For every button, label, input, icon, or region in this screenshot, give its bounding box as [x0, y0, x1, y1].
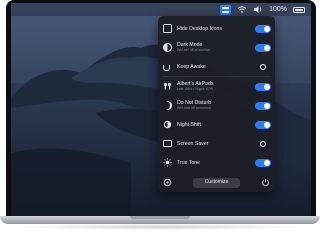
battery-icon[interactable] — [293, 6, 305, 13]
row-sublabel: Will turn off tomorrow — [177, 106, 211, 111]
settings-gear-icon[interactable] — [163, 178, 172, 187]
row-label: Screen Saver — [177, 140, 209, 147]
sun-icon — [163, 158, 172, 167]
wifi-icon[interactable] — [237, 5, 247, 14]
row-do-not-disturb[interactable]: Do Not Disturb Will turn off tomorrow — [163, 96, 271, 115]
row-keep-awake[interactable]: Keep Awake — [163, 57, 271, 76]
one-switch-menu-icon[interactable] — [220, 4, 232, 15]
laptop-shadow — [10, 224, 310, 230]
row-label: Keep Awake — [177, 63, 206, 70]
row-hide-desktop-icons[interactable]: Hide Desktop Icons — [163, 19, 271, 38]
night-shift-toggle[interactable] — [255, 120, 271, 129]
battery-percent: 100% — [269, 6, 287, 13]
row-label: True Tone — [177, 159, 201, 166]
volume-icon[interactable] — [253, 5, 263, 14]
desktop-icon — [163, 24, 172, 33]
true-tone-toggle[interactable] — [255, 158, 271, 167]
coffee-cup-icon — [163, 62, 172, 71]
row-night-shift[interactable]: Night Shift — [163, 115, 271, 134]
laptop-notch — [130, 216, 190, 219]
dark-mode-icon — [163, 43, 172, 52]
row-dark-mode[interactable]: Dark Mode Will set off at sunrise — [163, 38, 271, 57]
panel-footer: Customize — [163, 177, 270, 188]
row-label: Night Shift — [177, 121, 201, 128]
monitor-icon — [163, 140, 172, 147]
row-sublabel: Will set off at sunrise — [177, 48, 211, 53]
row-true-tone[interactable]: True Tone — [163, 153, 271, 172]
quick-toggles-panel: Hide Desktop Icons Dark Mode Will set of… — [158, 16, 275, 192]
dark-mode-toggle[interactable] — [255, 43, 271, 52]
screen-saver-toggle[interactable] — [255, 140, 271, 148]
hide-desktop-icons-toggle[interactable] — [255, 24, 271, 33]
airpods-toggle[interactable] — [255, 82, 271, 91]
night-shift-icon — [163, 120, 172, 129]
laptop-lid: 100% Hide Desktop Icons Dark Mode Will s… — [6, 0, 316, 216]
moon-icon — [163, 101, 172, 110]
customize-button[interactable]: Customize — [192, 177, 241, 188]
menu-bar: 100% — [11, 3, 311, 16]
row-airpods[interactable]: Albert’s AirPods Left: 88% • Right: 87% — [163, 77, 271, 96]
keep-awake-toggle[interactable] — [255, 63, 271, 71]
row-label: Hide Desktop Icons — [177, 25, 222, 32]
power-icon[interactable] — [261, 178, 270, 187]
row-screen-saver[interactable]: Screen Saver — [163, 134, 271, 153]
do-not-disturb-toggle[interactable] — [255, 101, 271, 110]
desktop-screen: 100% Hide Desktop Icons Dark Mode Will s… — [11, 3, 311, 216]
row-sublabel: Left: 88% • Right: 87% — [177, 87, 214, 92]
airpods-icon — [163, 82, 172, 91]
